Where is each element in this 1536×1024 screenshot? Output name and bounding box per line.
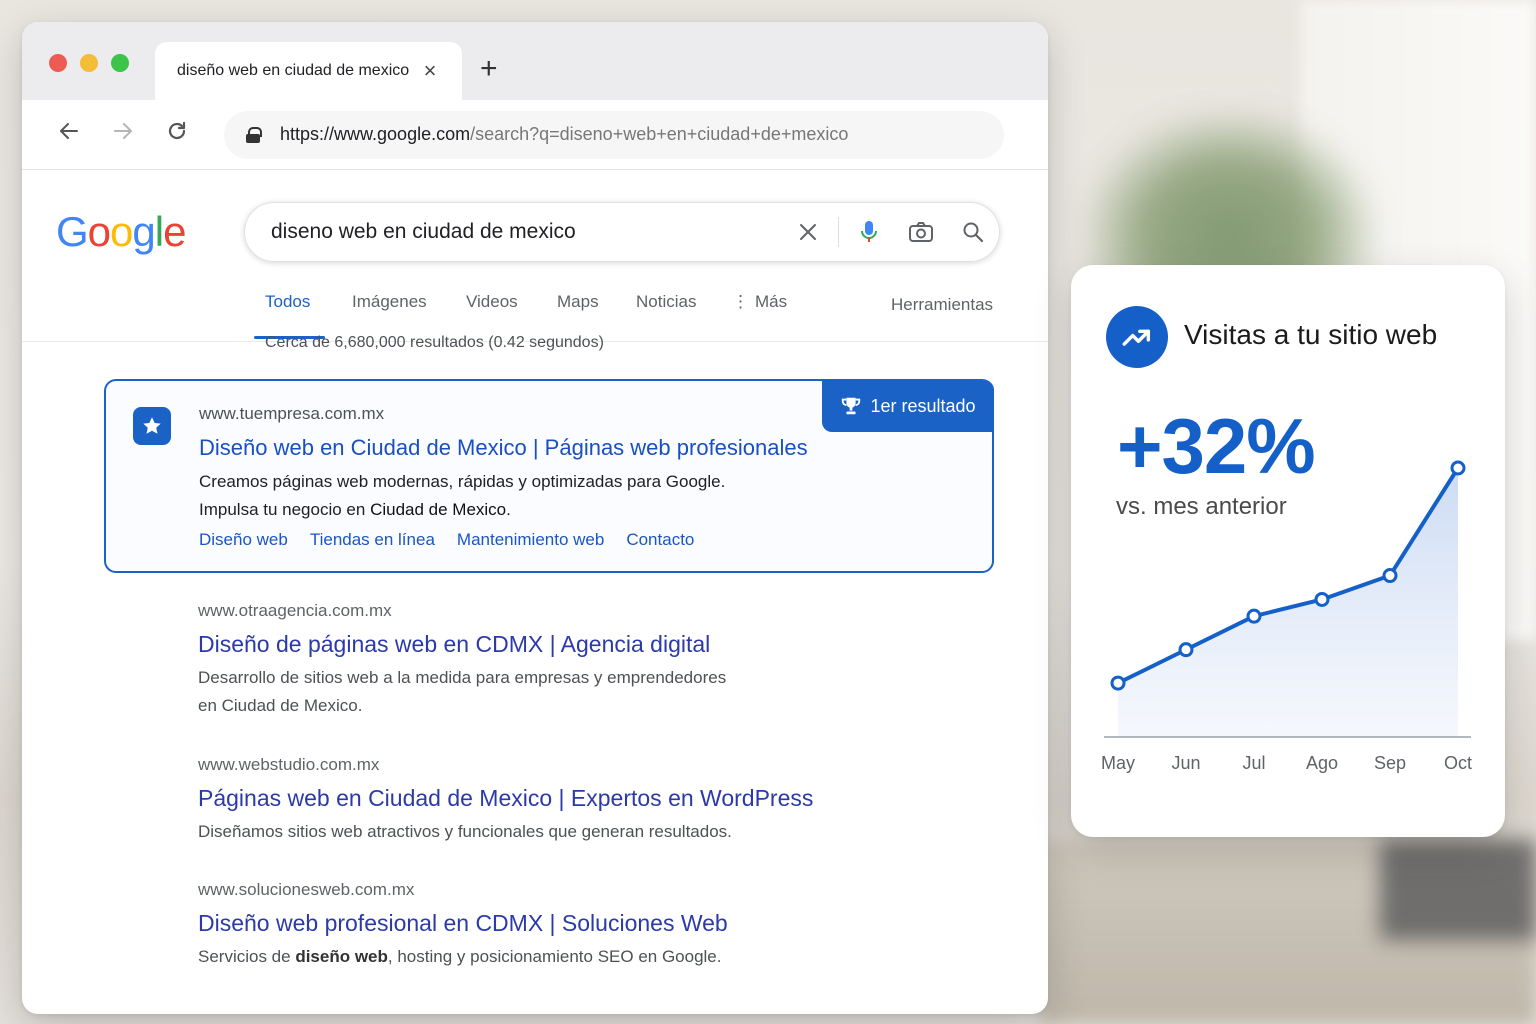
search-result: www.otraagencia.com.mx Diseño de páginas… — [198, 601, 726, 720]
tab-title: diseño web en ciudad de mexico — [177, 62, 410, 79]
result-description: Creamos páginas web modernas, rápidas y … — [199, 468, 808, 524]
search-result: www.solucionesweb.com.mx Diseño web prof… — [198, 880, 728, 971]
trophy-icon — [842, 397, 861, 415]
chart-x-tick-label: Jun — [1171, 753, 1200, 773]
first-result-badge-label: 1er resultado — [870, 395, 976, 416]
result-desc-line1: Creamos páginas web modernas, rápidas y … — [199, 472, 726, 491]
minimize-window-button[interactable] — [80, 54, 98, 72]
chart-x-tick-label: Jul — [1242, 753, 1265, 773]
visits-chart: May Jun Jul Ago Sep Oct — [1101, 460, 1472, 773]
sitelinks: Diseño web Tiendas en línea Mantenimient… — [199, 530, 808, 550]
chart-point-sep — [1382, 568, 1398, 584]
featured-result: 1er resultado www.tuempresa.com.mx Diseñ… — [104, 379, 994, 573]
result-title-link[interactable]: Páginas web en Ciudad de Mexico | Expert… — [198, 785, 813, 812]
chart-x-tick-label: Ago — [1306, 753, 1338, 773]
result-desc-line2: Impulsa tu negocio en Ciudad de Mexico. — [199, 500, 511, 519]
tab-mas-label: Más — [755, 292, 788, 311]
result-description: Desarrollo de sitios web a la medida par… — [198, 668, 727, 715]
address-bar[interactable]: https://www.google.com/search?q=diseno+w… — [224, 110, 1004, 159]
sitelink-diseno-web[interactable]: Diseño web — [199, 530, 288, 550]
star-icon — [133, 407, 171, 445]
maximize-window-button[interactable] — [111, 54, 129, 72]
close-window-button[interactable] — [49, 54, 67, 72]
search-box[interactable]: diseno web en ciudad de mexico — [244, 202, 1000, 262]
browser-window: diseño web en ciudad de mexico × + https… — [22, 22, 1048, 1014]
tab-todos[interactable]: Todos — [265, 292, 310, 312]
tab-videos[interactable]: Videos — [466, 292, 518, 312]
chart-area — [1118, 468, 1458, 737]
search-input[interactable]: diseno web en ciudad de mexico — [271, 220, 782, 244]
back-icon[interactable] — [42, 119, 96, 150]
chart-point-may — [1110, 675, 1126, 691]
result-description: Diseñamos sitios web atractivos y funcio… — [198, 822, 732, 841]
more-vert-icon: ⋮ — [732, 292, 749, 311]
tab-strip: diseño web en ciudad de mexico × + — [22, 22, 1048, 100]
result-title-link[interactable]: Diseño de páginas web en CDMX | Agencia … — [198, 631, 726, 658]
sitelink-tiendas[interactable]: Tiendas en línea — [310, 530, 435, 550]
chart-point-jul — [1246, 608, 1262, 624]
chart-x-tick-label: May — [1101, 753, 1135, 773]
lock-icon — [246, 126, 262, 143]
result-stats: Cerca de 6,680,000 resultados (0.42 segu… — [265, 334, 604, 351]
clear-icon[interactable] — [782, 212, 834, 252]
url-host: https://www.google.com — [280, 124, 471, 144]
result-url: www.otraagencia.com.mx — [198, 601, 392, 620]
chart-point-ago — [1314, 591, 1330, 607]
reload-icon[interactable] — [150, 119, 204, 150]
close-tab-icon[interactable]: × — [420, 58, 440, 84]
result-title-link[interactable]: Diseño web en Ciudad de Mexico | Páginas… — [199, 435, 808, 461]
sitelink-contacto[interactable]: Contacto — [626, 530, 694, 550]
tab-mas[interactable]: ⋮ Más — [732, 292, 787, 312]
result-url: www.webstudio.com.mx — [198, 755, 380, 774]
result-url: www.solucionesweb.com.mx — [198, 880, 415, 899]
microphone-icon[interactable] — [843, 212, 895, 252]
first-result-badge: 1er resultado — [822, 380, 994, 432]
chart-point-oct — [1450, 460, 1466, 476]
chart-point-jun — [1178, 642, 1194, 658]
tab-maps[interactable]: Maps — [557, 292, 599, 312]
google-logo[interactable]: Google — [56, 208, 186, 256]
browser-tab[interactable]: diseño web en ciudad de mexico × — [155, 42, 462, 100]
search-tabs: Todos Imágenes Videos Maps Noticias ⋮ Más… — [22, 270, 1048, 342]
chart-x-tick-label: Sep — [1374, 753, 1406, 773]
chart-x-tick-label: Oct — [1444, 753, 1472, 773]
search-icon[interactable] — [947, 212, 999, 252]
result-url: www.tuempresa.com.mx — [199, 404, 385, 423]
background-laptop — [1380, 840, 1536, 940]
tab-noticias[interactable]: Noticias — [636, 292, 696, 312]
tools-button[interactable]: Herramientas — [891, 295, 993, 315]
browser-toolbar: https://www.google.com/search?q=diseno+w… — [22, 100, 1048, 170]
result-description: Servicios de diseño web, hosting y posic… — [198, 947, 722, 966]
new-tab-button[interactable]: + — [480, 52, 498, 86]
search-result: www.webstudio.com.mx Páginas web en Ciud… — [198, 755, 813, 846]
result-title-link[interactable]: Diseño web profesional en CDMX | Solucio… — [198, 910, 728, 937]
url-path: /search?q=diseno+web+en+ciudad+de+mexico — [470, 124, 849, 144]
tab-imagenes[interactable]: Imágenes — [352, 292, 427, 312]
google-header: Google diseno web en ciudad de mexico — [22, 170, 1048, 270]
sitelink-mantenimiento[interactable]: Mantenimiento web — [457, 530, 604, 550]
visits-card: Visitas a tu sitio web +32% vs. mes ante… — [1071, 265, 1505, 837]
camera-icon[interactable] — [895, 212, 947, 252]
search-divider — [838, 217, 839, 247]
forward-icon[interactable] — [96, 119, 150, 150]
